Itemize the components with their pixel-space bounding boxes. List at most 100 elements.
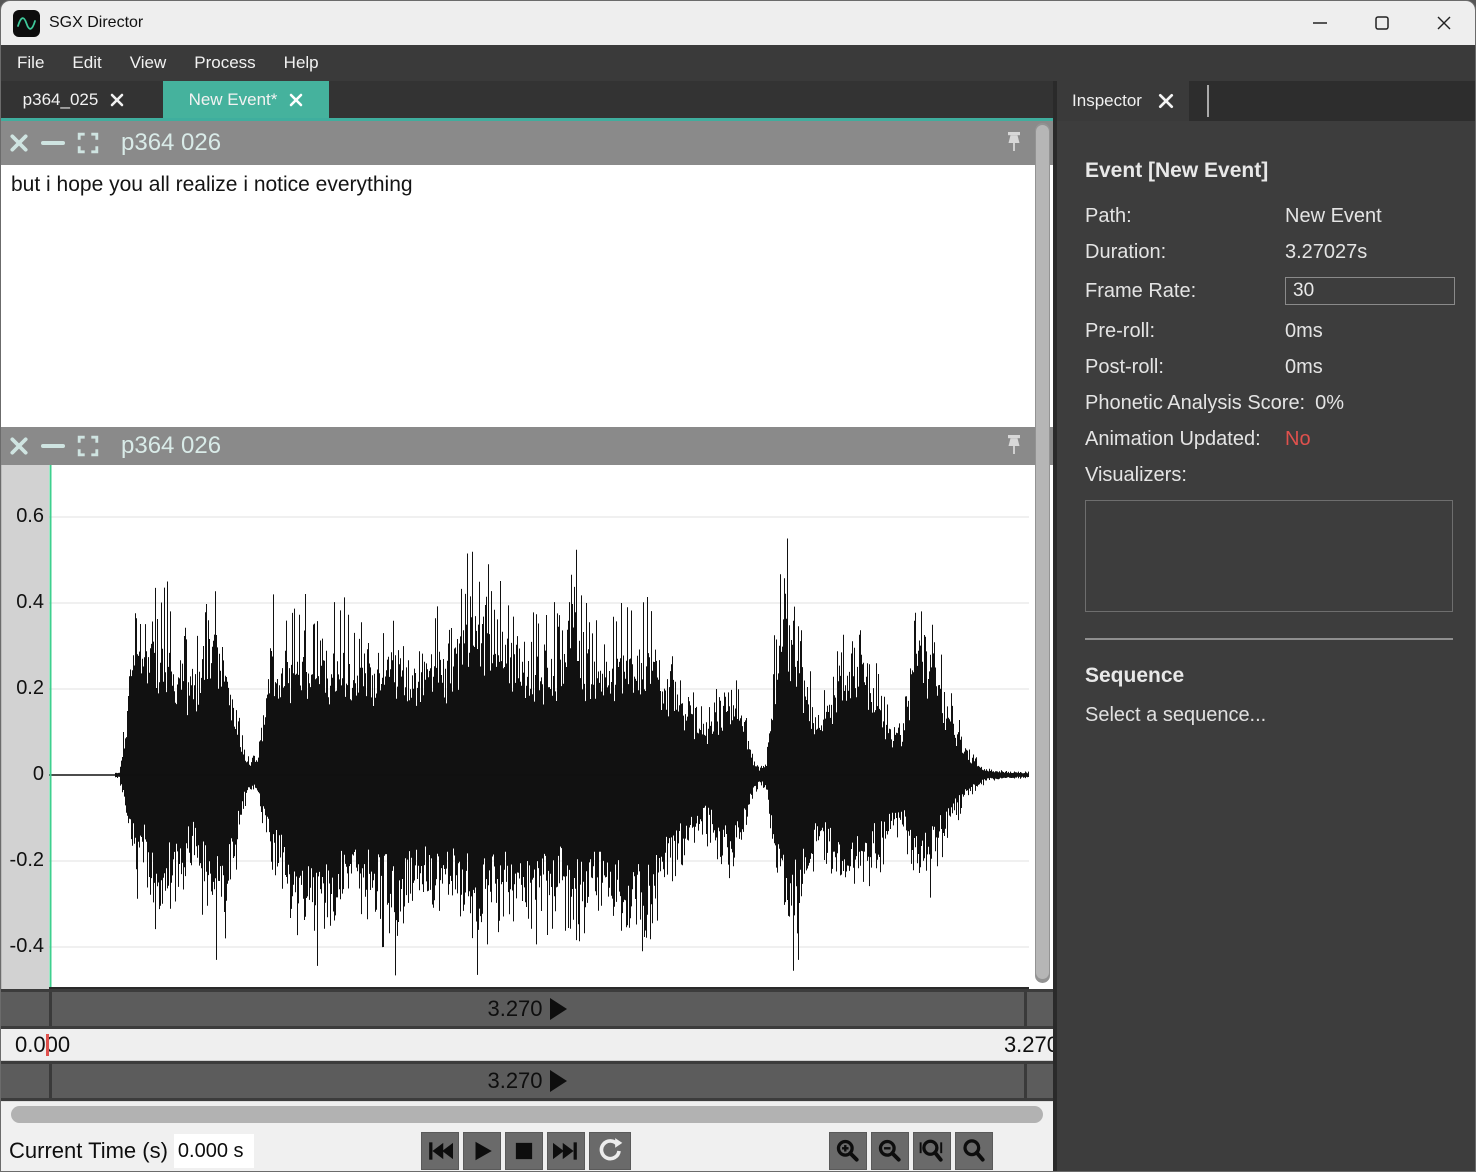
vertical-scrollbar[interactable]: [1035, 123, 1050, 983]
duration-label: Duration:: [1085, 241, 1285, 264]
transcript-panel-body[interactable]: but i hope you all realize i notice ever…: [1, 165, 1053, 427]
skip-to-end-button[interactable]: [547, 1132, 585, 1170]
stop-button[interactable]: [505, 1132, 543, 1170]
close-tab-icon[interactable]: [1158, 93, 1174, 109]
close-tab-icon[interactable]: [110, 93, 124, 107]
play-range-icon[interactable]: [550, 1070, 567, 1092]
pin-panel-icon[interactable]: [1005, 435, 1023, 457]
minimize-panel-icon[interactable]: [41, 133, 65, 153]
menu-file[interactable]: File: [3, 45, 58, 81]
inspector-tab-bar: Inspector: [1057, 81, 1476, 121]
ruler-end-time: 3.270: [1004, 1032, 1053, 1058]
frame-rate-label: Frame Rate:: [1085, 280, 1285, 303]
current-time-label: Current Time (s): [9, 1138, 168, 1164]
range-handle-right[interactable]: [1024, 992, 1027, 1026]
range-handle-left[interactable]: [49, 1064, 52, 1098]
menu-help[interactable]: Help: [270, 45, 333, 81]
sequence-placeholder[interactable]: Select a sequence...: [1085, 704, 1455, 727]
range-handle-right[interactable]: [1024, 1064, 1027, 1098]
range-duration-value: 3.270: [487, 996, 542, 1022]
post-roll-row: Post-roll: 0ms: [1085, 356, 1455, 379]
transport-toolbar: Current Time (s): [1, 1129, 1053, 1172]
playback-range-slider-bottom[interactable]: 3.270: [1, 1061, 1053, 1101]
horizontal-scrollbar-thumb[interactable]: [11, 1106, 1043, 1123]
visualizers-label: Visualizers:: [1085, 464, 1285, 487]
tab-divider: [1207, 85, 1209, 117]
pre-roll-value: 0ms: [1285, 320, 1323, 343]
section-divider: [1085, 638, 1453, 640]
zoom-fit-button[interactable]: [955, 1132, 993, 1170]
menu-bar: File Edit View Process Help: [1, 45, 1475, 81]
tab-label: p364_025: [23, 90, 99, 110]
sequence-section-title: Sequence: [1085, 664, 1455, 688]
vertical-scrollbar-thumb[interactable]: [1036, 125, 1049, 979]
tab-new-event[interactable]: New Event*: [163, 81, 329, 118]
playback-range-slider-top[interactable]: 3.270: [1, 989, 1053, 1029]
close-tab-icon[interactable]: [289, 93, 303, 107]
time-ruler[interactable]: 0.000 3.270: [1, 1029, 1053, 1061]
minimize-panel-icon[interactable]: [41, 436, 65, 456]
expand-panel-icon[interactable]: [77, 132, 99, 154]
zoom-in-button[interactable]: [829, 1132, 867, 1170]
close-panel-icon[interactable]: [9, 133, 29, 153]
pin-panel-icon[interactable]: [1005, 132, 1023, 154]
range-handle-left[interactable]: [49, 992, 52, 1026]
maximize-button[interactable]: [1351, 1, 1413, 45]
tab-label: Inspector: [1072, 91, 1142, 111]
transcript-text: but i hope you all realize i notice ever…: [11, 173, 1043, 197]
playhead-line[interactable]: [50, 465, 52, 987]
panel-title: p364 026: [121, 432, 221, 460]
visualizers-row: Visualizers:: [1085, 464, 1455, 487]
panel-title: p364 026: [121, 129, 221, 157]
y-axis-tick-label: 0.4: [16, 591, 44, 614]
y-axis-tick-label: -0.4: [10, 935, 44, 958]
waveform-display[interactable]: [49, 465, 1029, 989]
y-axis-tick-label: 0.2: [16, 677, 44, 700]
post-roll-label: Post-roll:: [1085, 356, 1285, 379]
phonetic-score-label: Phonetic Analysis Score:: [1085, 392, 1315, 415]
pre-roll-row: Pre-roll: 0ms: [1085, 320, 1455, 343]
inspector-panel: Inspector Event [New Event] Path: New Ev…: [1053, 81, 1476, 1171]
main-content: p364_025 New Event*: [1, 81, 1053, 1171]
menu-process[interactable]: Process: [180, 45, 269, 81]
horizontal-scrollbar[interactable]: [1, 1101, 1053, 1129]
menu-view[interactable]: View: [116, 45, 181, 81]
phonetic-score-value: 0%: [1315, 392, 1344, 415]
document-tab-bar: p364_025 New Event*: [1, 81, 1053, 121]
waveform-panel-body: 0.6 0.4 0.2 0 -0.2 -0.4: [1, 465, 1053, 989]
close-panel-icon[interactable]: [9, 436, 29, 456]
y-axis-tick-label: 0.6: [16, 505, 44, 528]
frame-rate-input[interactable]: [1285, 277, 1455, 305]
visualizers-list[interactable]: [1085, 500, 1453, 612]
frame-rate-row: Frame Rate:: [1085, 277, 1455, 305]
app-window: SGX Director File Edit View Process Help: [0, 0, 1476, 1172]
transcript-panel-header: p364 026: [1, 121, 1053, 165]
loop-button[interactable]: [589, 1132, 631, 1170]
panels-area: p364 026 but i hope you all realize i no…: [1, 121, 1053, 989]
close-window-button[interactable]: [1413, 1, 1475, 45]
event-section-title: Event [New Event]: [1085, 159, 1455, 183]
ruler-start-time: 0.000: [15, 1032, 70, 1058]
current-time-input[interactable]: [174, 1134, 254, 1168]
y-axis-tick-label: 0: [33, 763, 44, 786]
duration-value: 3.27027s: [1285, 241, 1367, 264]
play-button[interactable]: [463, 1132, 501, 1170]
play-range-icon[interactable]: [550, 998, 567, 1020]
tab-p364-025[interactable]: p364_025: [1, 81, 146, 118]
animation-updated-label: Animation Updated:: [1085, 428, 1285, 451]
skip-to-start-button[interactable]: [421, 1132, 459, 1170]
animation-updated-row: Animation Updated: No: [1085, 428, 1455, 451]
tab-inspector[interactable]: Inspector: [1057, 81, 1189, 121]
duration-row: Duration: 3.27027s: [1085, 241, 1455, 264]
phonetic-score-row: Phonetic Analysis Score: 0%: [1085, 392, 1455, 415]
expand-panel-icon[interactable]: [77, 435, 99, 457]
inspector-body: Event [New Event] Path: New Event Durati…: [1057, 121, 1476, 727]
menu-edit[interactable]: Edit: [58, 45, 115, 81]
audio-waveform: [116, 539, 1029, 976]
zoom-out-button[interactable]: [871, 1132, 909, 1170]
y-axis-tick-label: -0.2: [10, 849, 44, 872]
playhead-tick[interactable]: [46, 1034, 49, 1056]
zoom-selection-button[interactable]: [913, 1132, 951, 1170]
minimize-button[interactable]: [1289, 1, 1351, 45]
range-duration-value: 3.270: [487, 1068, 542, 1094]
